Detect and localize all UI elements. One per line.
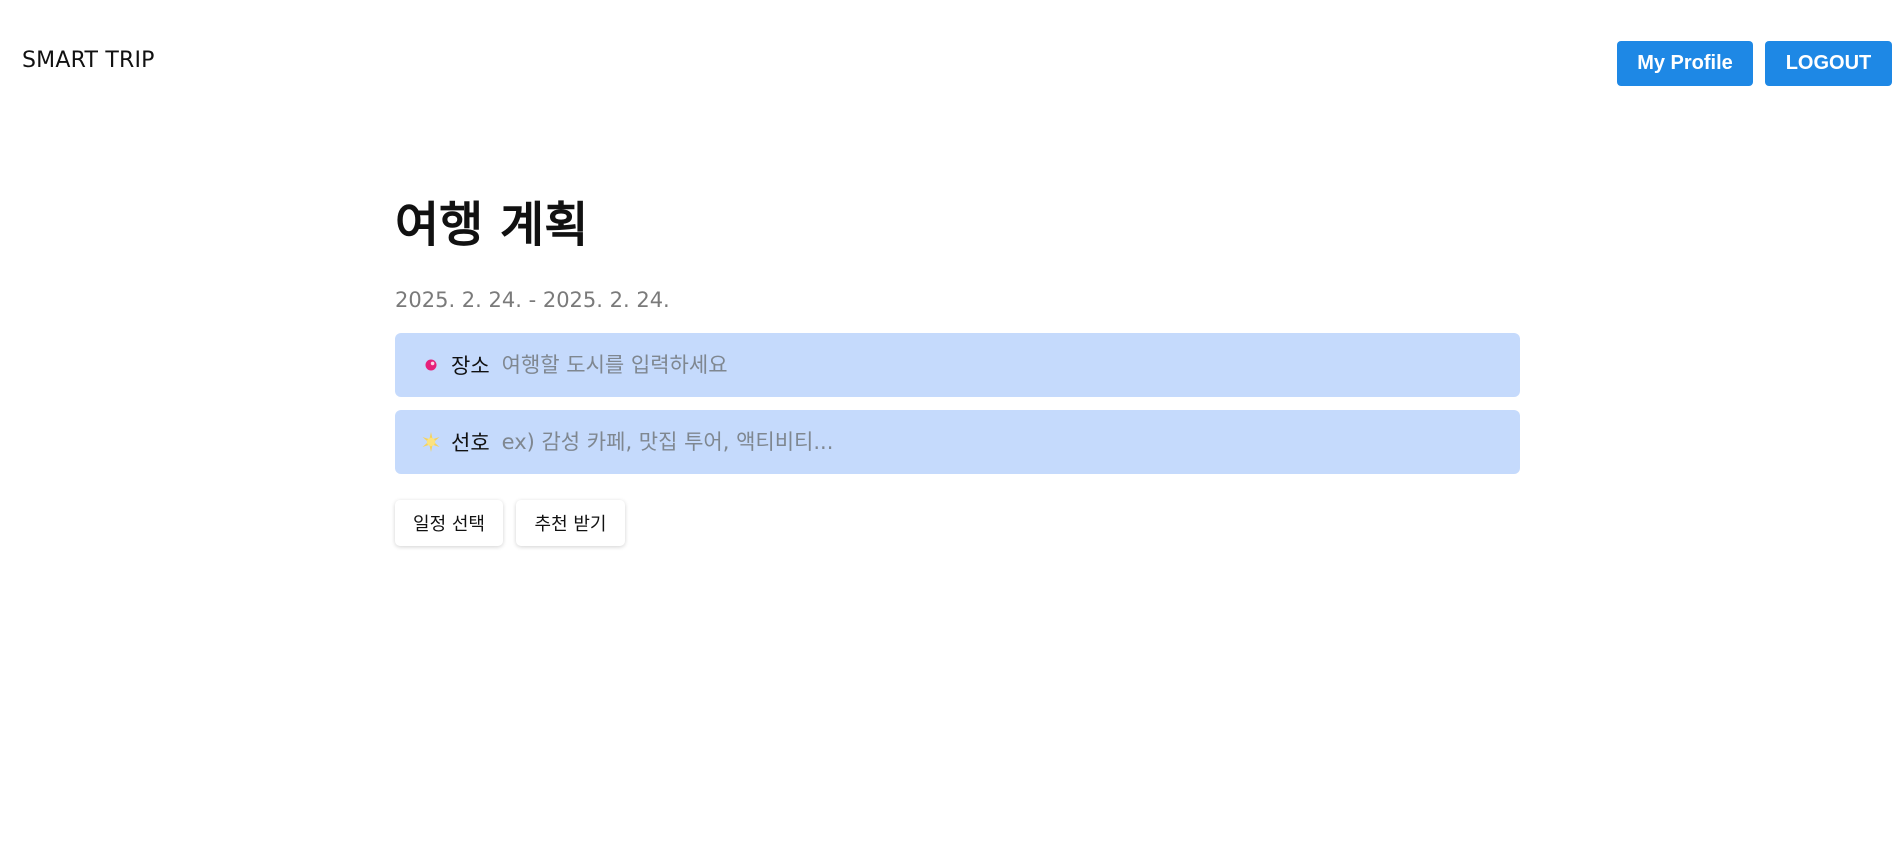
preference-label: 선호	[451, 431, 490, 455]
get-recommendation-button[interactable]: 추천 받기	[516, 500, 625, 546]
select-schedule-button[interactable]: 일정 선택	[395, 500, 503, 546]
place-label: 장소	[451, 354, 490, 378]
preference-input[interactable]	[501, 422, 1520, 462]
brand-logo-text[interactable]: SMART TRIP	[22, 48, 155, 73]
place-input[interactable]	[501, 345, 1520, 385]
my-profile-button[interactable]: My Profile	[1617, 41, 1753, 86]
plan-actions: 일정 선택 추천 받기	[395, 500, 1520, 546]
pin-icon	[419, 353, 443, 377]
top-header: SMART TRIP My Profile LOGOUT	[0, 0, 1896, 128]
sparkle-icon	[419, 430, 443, 454]
trip-plan-panel: 여행 계획 2025. 2. 24. - 2025. 2. 24. 장소 선호 …	[395, 190, 1520, 546]
preference-field[interactable]: 선호	[395, 410, 1520, 474]
date-range: 2025. 2. 24. - 2025. 2. 24.	[395, 288, 670, 312]
logout-button[interactable]: LOGOUT	[1765, 41, 1892, 86]
page-title: 여행 계획	[395, 197, 589, 253]
header-actions: My Profile LOGOUT	[1617, 41, 1892, 86]
place-field[interactable]: 장소	[395, 333, 1520, 397]
